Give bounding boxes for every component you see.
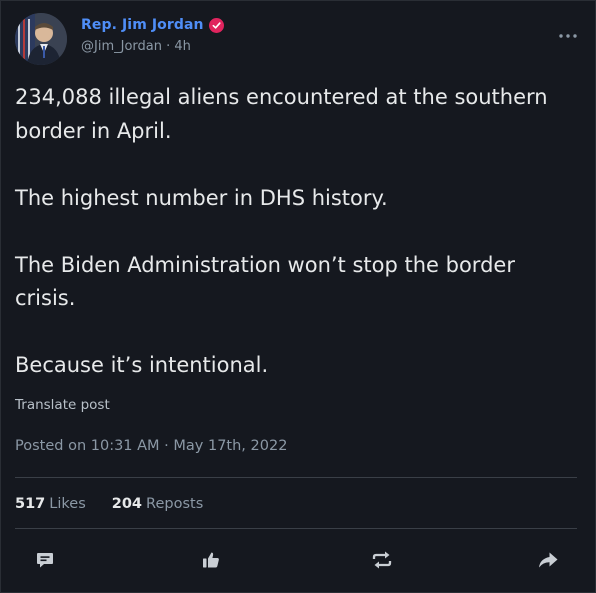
name-row: Rep. Jim Jordan <box>81 17 224 33</box>
avatar[interactable] <box>15 13 67 65</box>
thumbs-up-icon[interactable] <box>197 546 225 574</box>
comment-icon[interactable] <box>31 546 59 574</box>
reposts-stat[interactable]: 204 Reposts <box>112 496 204 512</box>
divider <box>15 528 577 529</box>
post-line: border in April. <box>15 118 172 143</box>
more-dots-icon[interactable] <box>555 23 581 49</box>
reposts-count: 204 <box>111 496 143 512</box>
verified-badge-icon <box>208 17 224 33</box>
post-header: Rep. Jim Jordan @Jim_Jordan · 4h <box>15 13 581 67</box>
likes-count: 517 <box>15 496 46 512</box>
avatar-image <box>15 13 67 65</box>
divider <box>15 477 577 478</box>
translate-post-link[interactable]: Translate post <box>15 397 110 413</box>
share-arrow-icon[interactable] <box>534 546 562 574</box>
post-line: The highest number in DHS history. <box>15 185 388 210</box>
repost-icon[interactable] <box>368 546 396 574</box>
posted-timestamp: Posted on 10:31 AM · May 17th, 2022 <box>15 438 288 454</box>
author-handle-and-time[interactable]: @Jim_Jordan · 4h <box>81 39 191 54</box>
likes-stat[interactable]: 517 Likes <box>15 496 86 512</box>
likes-label: Likes <box>49 496 86 512</box>
post-line: The Biden Administration won’t stop the … <box>15 252 515 277</box>
post-line: crisis. <box>15 286 76 310</box>
author-display-name[interactable]: Rep. Jim Jordan <box>81 17 204 33</box>
action-bar <box>1 546 595 576</box>
post-card: Rep. Jim Jordan @Jim_Jordan · 4h 234,088… <box>0 0 596 593</box>
post-line: Because it’s intentional. <box>15 353 269 377</box>
engagement-stats: 517 Likes 204 Reposts <box>15 496 203 512</box>
post-text: 234,088 illegal aliens encountered at th… <box>15 81 575 383</box>
reposts-label: Reposts <box>146 496 204 512</box>
post-line: 234,088 illegal aliens encountered at th… <box>15 85 548 109</box>
